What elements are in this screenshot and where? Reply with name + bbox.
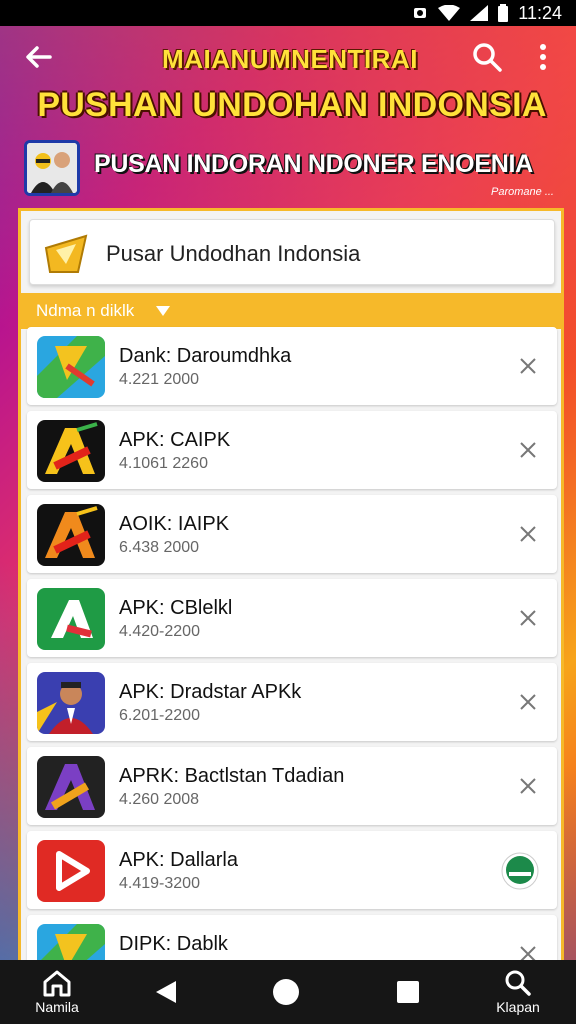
nav-home[interactable]: Namila: [24, 960, 90, 1024]
filter-label: Ndma n diklk: [36, 301, 135, 320]
apk-a-icon: [37, 420, 105, 482]
app-meta: 4.221 2000: [119, 371, 200, 388]
app-name: APRK: Bactlstan Tdadian: [119, 765, 345, 787]
banner-title: PUSHAN UNDOHAN INDONSIA: [37, 86, 547, 124]
filter-dropdown[interactable]: Ndma n diklk: [18, 293, 564, 329]
app-name: APK: Dallarla: [119, 849, 238, 871]
app-list: Dank: Daroumdhka 4.221 2000 APK: CAIPK 4…: [27, 327, 557, 999]
close-icon[interactable]: [515, 689, 541, 715]
nav-home-label: Namila: [35, 999, 79, 1015]
app-name: DIPK: Dablk: [119, 933, 228, 955]
chevron-down-icon: [156, 306, 170, 316]
close-icon[interactable]: [515, 605, 541, 631]
back-arrow-icon[interactable]: [22, 40, 56, 74]
app-meta: 4.1061 2260: [119, 455, 208, 472]
app-name: APK: Dradstar APKk: [119, 681, 302, 703]
status-bar: 11:24: [0, 0, 576, 26]
app-meta: 4.420-2200: [119, 623, 200, 640]
home-icon: [43, 970, 71, 997]
apk-a-icon: [37, 504, 105, 566]
app-meta: 6.438 2000: [119, 539, 200, 556]
app-meta: 4.260 2008: [119, 791, 200, 808]
list-item[interactable]: APK: CAIPK 4.1061 2260: [27, 411, 557, 489]
nav-search-label: Klapan: [496, 999, 540, 1015]
person-icon: [37, 672, 105, 734]
red-play-icon: [37, 840, 105, 902]
battery-icon: [498, 4, 509, 22]
close-icon[interactable]: [515, 437, 541, 463]
search-icon[interactable]: [470, 40, 504, 74]
star-logo-icon: [44, 234, 88, 273]
list-item[interactable]: APK: Dradstar APKk 6.201-2200: [27, 663, 557, 741]
apk-purple-a-icon: [37, 756, 105, 818]
app-name: Dank: Daroumdhka: [119, 345, 292, 367]
app-meta: 4.419-3200: [119, 875, 200, 892]
channel-name: PUSAN INDORAN NDONER ENOENIA: [94, 150, 533, 178]
list-item[interactable]: Dank: Daroumdhka 4.221 2000: [27, 327, 557, 405]
recents-square-icon: [397, 981, 419, 1003]
bottom-navigation: Namila Klapan: [0, 960, 576, 1024]
app-name: APK: CAIPK: [119, 429, 231, 451]
search-field[interactable]: Pusar Undodhan Indonsia: [29, 219, 555, 285]
close-icon[interactable]: [515, 353, 541, 379]
list-item[interactable]: APK: Dallarla 4.419-3200: [27, 831, 557, 909]
nav-recents[interactable]: [388, 960, 428, 1024]
app-meta: 6.201-2200: [119, 707, 200, 724]
home-circle-icon: [273, 979, 299, 1005]
content-panel: Pusar Undodhan Indonsia Ndma n diklk Dan…: [18, 208, 564, 993]
more-vert-icon[interactable]: [530, 40, 556, 74]
list-item[interactable]: APRK: Bactlstan Tdadian 4.260 2008: [27, 747, 557, 825]
back-triangle-icon: [156, 981, 176, 1003]
maps-green-icon: [37, 336, 105, 398]
search-value: Pusar Undodhan Indonsia: [106, 241, 361, 266]
app-name: APK: CBlelkl: [119, 597, 233, 619]
search-icon: [505, 970, 531, 996]
people-icon: [27, 143, 77, 193]
nav-search[interactable]: Klapan: [486, 960, 550, 1024]
green-a-icon: [37, 588, 105, 650]
channel-logo: [24, 140, 80, 196]
app-title: MAIANUMNENTIRAI: [162, 44, 418, 74]
clock: 11:24: [518, 2, 562, 23]
list-item[interactable]: AOIK: IAIPK 6.438 2000: [27, 495, 557, 573]
camera-notification-icon: [414, 8, 427, 18]
nav-home-circle[interactable]: [266, 960, 306, 1024]
app-name: AOIK: IAIPK: [119, 513, 230, 535]
nav-back[interactable]: [146, 960, 186, 1024]
list-item[interactable]: APK: CBlelkl 4.420-2200: [27, 579, 557, 657]
close-icon[interactable]: [515, 521, 541, 547]
credit-text: Paromane ...: [491, 186, 554, 198]
close-icon[interactable]: [515, 773, 541, 799]
wifi-icon: [438, 5, 461, 21]
signal-icon: [470, 5, 489, 21]
install-badge-icon[interactable]: [501, 852, 539, 890]
